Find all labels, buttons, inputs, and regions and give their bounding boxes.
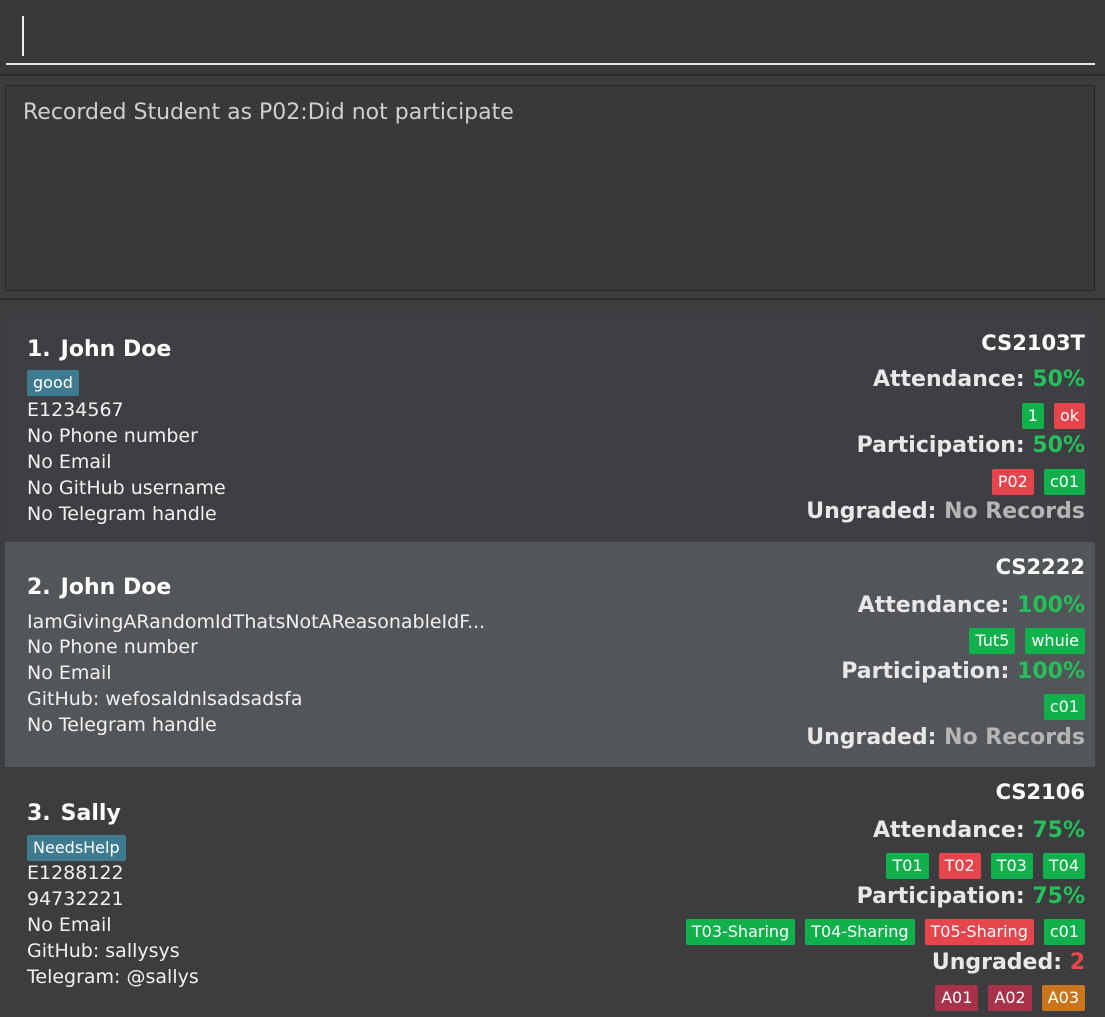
ungraded-label: Ungraded:	[806, 499, 937, 524]
participation-badge: T03-Sharing	[685, 919, 796, 945]
attendance-badge: ok	[1053, 403, 1085, 429]
student-name-row: 3. Sally	[27, 801, 121, 826]
attendance-percent: 100%	[1017, 593, 1085, 618]
attendance-percent: 75%	[1032, 818, 1085, 843]
ungraded-stat: Ungraded: No Records	[806, 725, 1085, 750]
student-list[interactable]: 1. John Doe good E1234567 No Phone number…	[0, 302, 1105, 1017]
participation-label: Participation:	[856, 433, 1025, 458]
student-index: 2.	[27, 575, 51, 600]
student-card[interactable]: 1. John Doe good E1234567 No Phone number…	[5, 317, 1095, 542]
module-code: CS2106	[995, 780, 1085, 804]
module-code: CS2103T	[981, 331, 1085, 355]
participation-percent: 50%	[1032, 433, 1085, 458]
participation-badges: c01	[1043, 694, 1085, 720]
participation-label: Participation:	[841, 659, 1010, 684]
student-github: GitHub: sallysys	[27, 940, 180, 962]
result-message: Recorded Student as P02:Did not particip…	[23, 100, 514, 125]
student-id: E1234567	[27, 399, 124, 421]
participation-badges: T03-Sharing T04-Sharing T05-Sharing c01	[685, 919, 1085, 945]
ungraded-value: No Records	[944, 499, 1085, 524]
participation-badge: c01	[1043, 919, 1085, 945]
attendance-badge: T02	[938, 853, 981, 879]
attendance-badge: T04	[1042, 853, 1085, 879]
student-tag: NeedsHelp	[27, 835, 126, 861]
student-github: No GitHub username	[27, 477, 226, 499]
student-telegram: No Telegram handle	[27, 503, 217, 525]
student-index: 1.	[27, 337, 51, 362]
text-caret	[22, 16, 24, 56]
attendance-percent: 50%	[1032, 367, 1085, 392]
student-tag: good	[27, 370, 79, 396]
ungraded-label: Ungraded:	[806, 725, 937, 750]
student-telegram: No Telegram handle	[27, 714, 217, 736]
student-github: GitHub: wefosaldnlsadsadsfa	[27, 688, 303, 710]
student-id: E1288122	[27, 862, 124, 884]
student-card[interactable]: 3. Sally NeedsHelp E1288122 94732221 No E…	[5, 767, 1095, 1017]
participation-badge: T04-Sharing	[805, 919, 915, 945]
attendance-badge: T03	[990, 853, 1033, 879]
attendance-badge: T01	[886, 853, 929, 879]
command-input[interactable]	[6, 10, 1095, 65]
ungraded-badges: A01 A02 A03	[935, 985, 1085, 1011]
attendance-badges: 1 ok	[1021, 403, 1085, 429]
attendance-stat: Attendance: 50%	[873, 367, 1085, 392]
student-card-selected[interactable]: 2. John Doe IamGivingARandomIdThatsNotARe…	[5, 542, 1095, 767]
student-name: Sally	[60, 801, 121, 826]
result-display[interactable]: Recorded Student as P02:Did not particip…	[5, 85, 1095, 291]
attendance-label: Attendance:	[872, 367, 1025, 392]
ungraded-stat: Ungraded: No Records	[806, 499, 1085, 524]
assignment-badge: A03	[1041, 985, 1085, 1011]
ungraded-value: No Records	[944, 725, 1085, 750]
assignment-badge: A02	[988, 985, 1032, 1011]
assignment-badge: A01	[935, 985, 979, 1011]
ungraded-label: Ungraded:	[931, 950, 1063, 975]
student-id: IamGivingARandomIdThatsNotAReasonableIdF…	[27, 611, 486, 633]
student-phone: No Phone number	[27, 636, 198, 658]
student-name-row: 1. John Doe	[27, 337, 171, 362]
student-index: 3.	[27, 801, 51, 826]
participation-badges: P02 c01	[991, 469, 1085, 495]
student-phone: No Phone number	[27, 425, 198, 447]
attendance-badges: T01 T02 T03 T04	[886, 853, 1085, 879]
participation-badge: c01	[1043, 694, 1085, 720]
attendance-stat: Attendance: 75%	[873, 818, 1085, 843]
student-name: John Doe	[60, 337, 172, 362]
participation-percent: 100%	[1017, 659, 1085, 684]
attendance-badges: Tut5 whuie	[969, 628, 1085, 654]
student-name-row: 2. John Doe	[27, 575, 171, 600]
divider	[0, 74, 1105, 76]
attendance-badge: Tut5	[969, 628, 1016, 654]
student-name: John Doe	[60, 575, 172, 600]
attendance-badge: 1	[1021, 403, 1044, 429]
participation-stat: Participation: 75%	[857, 884, 1085, 909]
ungraded-stat: Ungraded: 2	[932, 950, 1085, 975]
attendance-label: Attendance:	[872, 818, 1025, 843]
attendance-label: Attendance:	[857, 593, 1010, 618]
participation-stat: Participation: 50%	[857, 433, 1085, 458]
participation-badge: T05-Sharing	[924, 919, 1034, 945]
student-telegram: Telegram: @sallys	[27, 966, 199, 988]
module-code: CS2222	[995, 555, 1085, 579]
student-email: No Email	[27, 662, 112, 684]
participation-label: Participation:	[856, 884, 1025, 909]
command-area	[0, 0, 1105, 76]
participation-badge: P02	[991, 469, 1034, 495]
divider	[0, 298, 1105, 300]
attendance-badge: whuie	[1025, 628, 1085, 654]
participation-badge: c01	[1043, 469, 1085, 495]
participation-stat: Participation: 100%	[841, 659, 1085, 684]
student-email: No Email	[27, 914, 112, 936]
student-email: No Email	[27, 451, 112, 473]
participation-percent: 75%	[1032, 884, 1085, 909]
student-phone: 94732221	[27, 888, 124, 910]
ungraded-value: 2	[1069, 950, 1085, 975]
attendance-stat: Attendance: 100%	[858, 593, 1085, 618]
